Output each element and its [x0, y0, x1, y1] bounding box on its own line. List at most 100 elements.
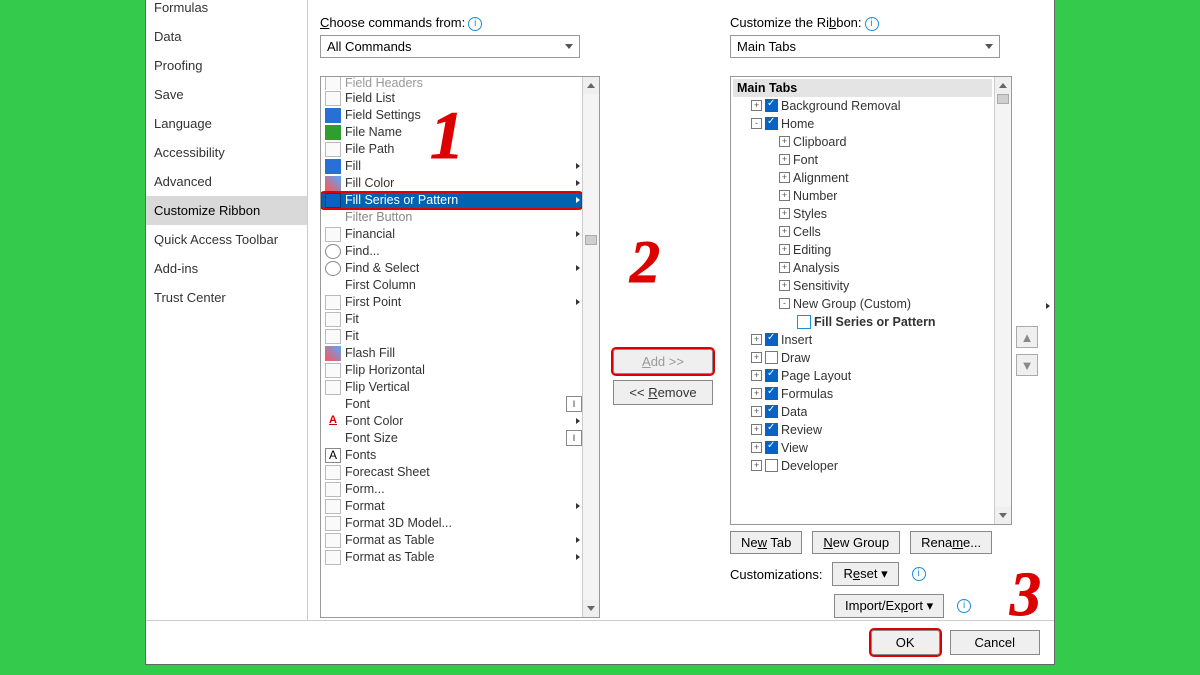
tree-row[interactable]: +Formulas [733, 385, 992, 403]
command-item[interactable]: Find... [321, 243, 582, 260]
command-item[interactable]: FontI [321, 396, 582, 413]
scrollbar[interactable] [582, 77, 599, 617]
sidebar-item-formulas[interactable]: Formulas [146, 0, 307, 22]
help-icon[interactable]: i [468, 17, 482, 31]
ok-button[interactable]: OK [871, 630, 940, 655]
command-item[interactable]: Form... [321, 481, 582, 498]
sidebar-item-data[interactable]: Data [146, 22, 307, 51]
tree-row[interactable]: Fill Series or Pattern [733, 313, 992, 331]
expand-icon[interactable]: + [751, 370, 762, 381]
command-item[interactable]: Flip Horizontal [321, 362, 582, 379]
command-item[interactable]: AFont Color [321, 413, 582, 430]
tree-row[interactable]: +Styles [733, 205, 992, 223]
sidebar-item-proofing[interactable]: Proofing [146, 51, 307, 80]
import-export-button[interactable]: Import/Export ▾ [834, 594, 944, 618]
tree-row[interactable]: +Number [733, 187, 992, 205]
commands-from-combo[interactable]: All Commands [320, 35, 580, 58]
checkbox[interactable] [765, 351, 778, 364]
checkbox[interactable] [765, 117, 778, 130]
tree-row[interactable]: +Review [733, 421, 992, 439]
command-item[interactable]: Field List [321, 90, 582, 107]
ribbon-scope-combo[interactable]: Main Tabs [730, 35, 1000, 58]
command-item[interactable]: First Point [321, 294, 582, 311]
expand-icon[interactable]: + [751, 100, 762, 111]
sidebar-item-save[interactable]: Save [146, 80, 307, 109]
rename-button[interactable]: Rename... [910, 531, 992, 554]
expand-icon[interactable]: + [751, 406, 762, 417]
command-item[interactable]: Fit [321, 328, 582, 345]
command-item[interactable]: Font SizeI [321, 430, 582, 447]
command-item[interactable]: Field Headers [321, 77, 582, 90]
checkbox[interactable] [765, 99, 778, 112]
command-item[interactable]: Fill Series or Pattern [321, 192, 582, 209]
expand-icon[interactable]: - [751, 118, 762, 129]
scroll-down-icon[interactable] [583, 600, 599, 617]
sidebar-item-quick-access-toolbar[interactable]: Quick Access Toolbar [146, 225, 307, 254]
command-item[interactable]: Fill Color [321, 175, 582, 192]
sidebar-item-trust-center[interactable]: Trust Center [146, 283, 307, 312]
tree-row[interactable]: +Draw [733, 349, 992, 367]
tree-row[interactable]: +Developer [733, 457, 992, 475]
scroll-up-icon[interactable] [583, 77, 599, 94]
tree-row[interactable]: -Home [733, 115, 992, 133]
command-item[interactable]: File Path [321, 141, 582, 158]
tree-row[interactable]: +Background Removal [733, 97, 992, 115]
reset-button[interactable]: Reset ▾ [832, 562, 898, 586]
tree-row[interactable]: +Alignment [733, 169, 992, 187]
command-item[interactable]: Format [321, 498, 582, 515]
move-down-button[interactable]: ▼ [1016, 354, 1038, 376]
tree-row[interactable]: +Insert [733, 331, 992, 349]
command-item[interactable]: Format as Table [321, 549, 582, 566]
command-item[interactable]: Filter Button [321, 209, 582, 226]
tree-row[interactable]: +Font [733, 151, 992, 169]
tree-row[interactable]: +Page Layout [733, 367, 992, 385]
checkbox[interactable] [765, 459, 778, 472]
help-icon[interactable]: i [912, 567, 926, 581]
help-icon[interactable]: i [957, 599, 971, 613]
command-item[interactable]: Fill [321, 158, 582, 175]
checkbox[interactable] [765, 369, 778, 382]
expand-icon[interactable]: + [779, 190, 790, 201]
help-icon[interactable]: i [865, 17, 879, 31]
expand-icon[interactable]: + [751, 352, 762, 363]
add-button[interactable]: Add >> [613, 349, 713, 374]
tree-row[interactable]: +Sensitivity [733, 277, 992, 295]
command-item[interactable]: Flip Vertical [321, 379, 582, 396]
expand-icon[interactable]: + [779, 226, 790, 237]
tree-row[interactable]: +Cells [733, 223, 992, 241]
cancel-button[interactable]: Cancel [950, 630, 1040, 655]
command-item[interactable]: Format 3D Model... [321, 515, 582, 532]
sidebar-item-language[interactable]: Language [146, 109, 307, 138]
commands-listbox[interactable]: Field HeadersField ListField SettingsFil… [320, 76, 600, 618]
expand-icon[interactable]: + [779, 172, 790, 183]
command-item[interactable]: File Name [321, 124, 582, 141]
scrollbar[interactable] [994, 77, 1011, 524]
expand-icon[interactable]: - [779, 298, 790, 309]
remove-button[interactable]: << Remove [613, 380, 713, 405]
sidebar-item-advanced[interactable]: Advanced [146, 167, 307, 196]
tree-row[interactable]: +Analysis [733, 259, 992, 277]
command-item[interactable]: Fit [321, 311, 582, 328]
command-item[interactable]: Field Settings [321, 107, 582, 124]
expand-icon[interactable]: + [779, 136, 790, 147]
command-item[interactable]: Find & Select [321, 260, 582, 277]
command-item[interactable]: AFonts [321, 447, 582, 464]
new-group-button[interactable]: New Group [812, 531, 900, 554]
expand-icon[interactable]: + [751, 424, 762, 435]
command-item[interactable]: Format as Table [321, 532, 582, 549]
sidebar-item-accessibility[interactable]: Accessibility [146, 138, 307, 167]
checkbox[interactable] [765, 333, 778, 346]
command-item[interactable]: First Column [321, 277, 582, 294]
tree-row[interactable]: +Editing [733, 241, 992, 259]
expand-icon[interactable]: + [779, 262, 790, 273]
checkbox[interactable] [765, 387, 778, 400]
expand-icon[interactable]: + [779, 208, 790, 219]
tree-row[interactable]: +Data [733, 403, 992, 421]
expand-icon[interactable]: + [751, 460, 762, 471]
checkbox[interactable] [765, 405, 778, 418]
ribbon-tree[interactable]: Main Tabs+Background Removal-Home+Clipbo… [730, 76, 1012, 525]
expand-icon[interactable]: + [779, 154, 790, 165]
command-item[interactable]: Financial [321, 226, 582, 243]
tree-row[interactable]: -New Group (Custom) [733, 295, 992, 313]
scroll-down-icon[interactable] [995, 507, 1011, 524]
